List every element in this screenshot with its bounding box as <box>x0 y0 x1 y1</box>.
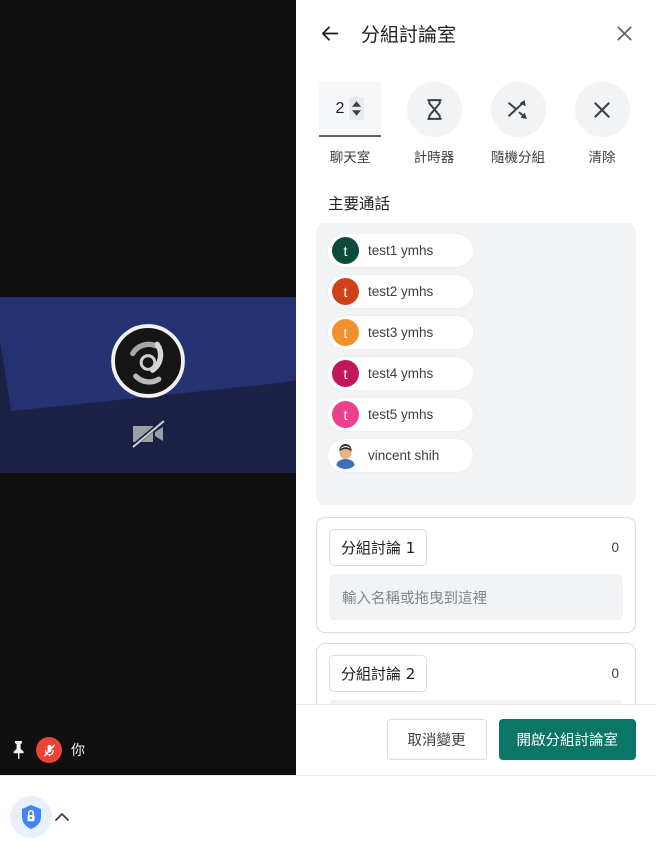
room-participant-count: 0 <box>611 666 619 681</box>
rooms-count-value: 2 <box>335 99 345 117</box>
room-participant-count: 0 <box>611 540 619 555</box>
meeting-toolbar: 舉手 立即分享螢幕畫面 <box>0 775 656 857</box>
avatar: t <box>332 237 359 264</box>
room-dropzone[interactable]: 輸入名稱或拖曳到這裡 <box>329 574 623 620</box>
participant-name: test1 ymhs <box>368 243 434 258</box>
video-tile[interactable] <box>0 297 296 473</box>
cancel-button[interactable]: 取消變更 <box>386 719 487 760</box>
clear-cell: 清除 <box>571 82 633 166</box>
participant-name: test4 ymhs <box>368 366 434 381</box>
obs-logo <box>111 324 185 398</box>
participant-name: vincent shih <box>368 448 440 463</box>
participant-name: test5 ymhs <box>368 407 434 422</box>
mic-muted-badge <box>36 737 62 763</box>
participant-chip[interactable]: t test2 ymhs <box>328 275 473 308</box>
open-breakout-rooms-button[interactable]: 開啟分組討論室 <box>498 719 636 760</box>
close-x-icon <box>594 101 610 118</box>
participant-chip[interactable]: vincent shih <box>328 439 473 472</box>
main-call-heading: 主要通話 <box>328 195 391 213</box>
rooms-count-label: 聊天室 <box>329 150 371 166</box>
participant-chip[interactable]: t test3 ymhs <box>328 316 473 349</box>
avatar: t <box>332 278 359 305</box>
close-icon <box>616 25 632 41</box>
back-button[interactable] <box>316 19 344 47</box>
shuffle-cell: 隨機分組 <box>487 82 549 166</box>
participant-name: test3 ymhs <box>368 325 434 340</box>
panel-header: 分組討論室 <box>296 0 656 66</box>
stepper-arrows-icon[interactable] <box>349 97 365 120</box>
self-name-label: 你 <box>71 742 86 758</box>
room-name-input[interactable]: 分組討論 2 <box>329 655 428 692</box>
self-video-label: 你 <box>0 733 96 767</box>
mic-muted-icon <box>43 743 55 757</box>
actions-row: 2 聊天室 計時器 隨機分組 清除 <box>296 66 656 178</box>
rooms-count-cell: 2 聊天室 <box>319 82 381 166</box>
shuffle-button[interactable] <box>490 82 546 137</box>
main-call-participant-list: t test1 ymhs t test2 ymhs t test3 ymhs t test4 … <box>316 223 636 505</box>
chevron-up-icon[interactable] <box>54 811 70 823</box>
shuffle-icon <box>507 100 527 119</box>
timer-button[interactable] <box>406 82 462 137</box>
shield-lock-icon <box>22 805 41 829</box>
rooms-list: 分組討論 1 0 輸入名稱或拖曳到這裡分組討論 2 0 輸入名稱或拖曳到這裡 <box>296 505 656 704</box>
page-title: 分組討論室 <box>361 23 457 46</box>
close-button[interactable] <box>610 19 638 47</box>
arrow-left-icon <box>321 25 338 41</box>
clear-button[interactable] <box>574 82 630 137</box>
camera-off-icon <box>130 419 165 449</box>
participant-chip[interactable]: t test5 ymhs <box>328 398 473 431</box>
rooms-count-stepper[interactable]: 2 <box>319 82 381 137</box>
meeting-window: 你 分組討論室 2 聊天室 計時器 隨機分組 清除 主要通話 t test1 y… <box>0 0 656 857</box>
hourglass-icon <box>426 99 442 120</box>
caret-up-icon[interactable] <box>352 101 362 107</box>
avatar: t <box>332 401 359 428</box>
participant-name: test2 ymhs <box>368 284 434 299</box>
timer-cell: 計時器 <box>403 82 465 166</box>
participant-chip[interactable]: t test4 ymhs <box>328 357 473 390</box>
caret-down-icon[interactable] <box>352 110 362 116</box>
breakout-room-card: 分組討論 1 0 輸入名稱或拖曳到這裡 <box>316 517 636 633</box>
panel-footer: 取消變更 開啟分組討論室 <box>296 704 656 775</box>
breakout-room-card: 分組討論 20輸入名稱或拖曳到這裡 <box>316 643 636 704</box>
video-stage: 你 <box>0 0 296 775</box>
pin-icon[interactable] <box>10 740 27 760</box>
clear-label: 清除 <box>588 150 616 166</box>
security-button[interactable] <box>10 796 70 838</box>
shuffle-label: 隨機分組 <box>491 150 545 166</box>
timer-label: 計時器 <box>413 150 455 166</box>
room-header: 分組討論 2 0 <box>329 655 623 692</box>
room-header: 分組討論 1 0 <box>329 529 623 566</box>
avatar-photo <box>332 442 359 469</box>
participant-chip[interactable]: t test1 ymhs <box>328 234 473 267</box>
security-halo <box>10 796 52 838</box>
avatar: t <box>332 360 359 387</box>
avatar: t <box>332 319 359 346</box>
room-name-input[interactable]: 分組討論 1 <box>329 529 428 566</box>
breakout-rooms-panel: 分組討論室 2 聊天室 計時器 隨機分組 清除 主要通話 t test1 ymh… <box>296 0 656 775</box>
